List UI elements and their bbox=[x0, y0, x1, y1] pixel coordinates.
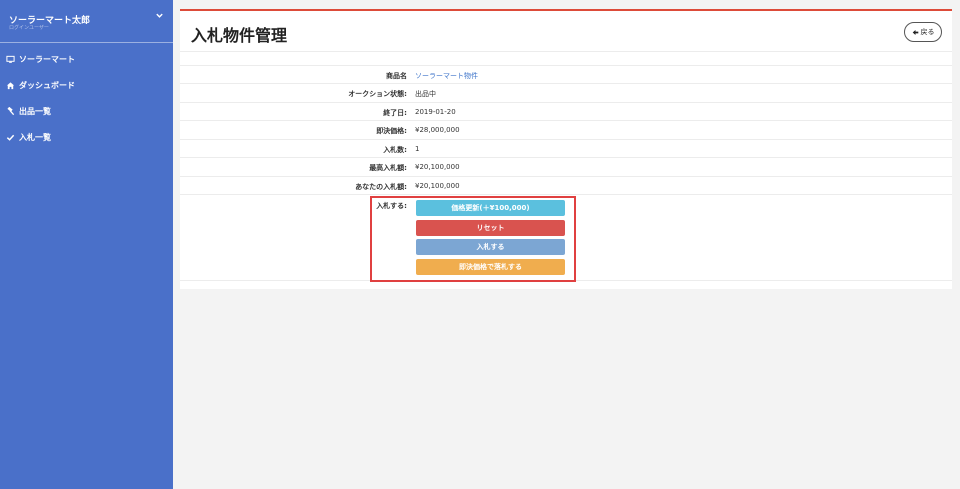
detail-row-status: オークション状態: 出品中 bbox=[180, 83, 952, 101]
detail-label: 終了日: bbox=[383, 109, 407, 117]
user-panel[interactable]: ソーラーマート太郎 ログインユーザー bbox=[0, 0, 173, 43]
reset-label: リセット bbox=[476, 224, 505, 232]
sidebar-item-listings[interactable]: 出品一覧 bbox=[0, 102, 173, 122]
back-button[interactable]: 戻る bbox=[904, 22, 942, 42]
detail-value: 出品中 bbox=[415, 90, 436, 98]
detail-row-your-bid: あなたの入札額: ¥20,100,000 bbox=[180, 176, 952, 194]
detail-label: あなたの入札額: bbox=[355, 183, 407, 191]
card-header: 入札物件管理 戻る bbox=[180, 11, 952, 52]
sidebar-item-dashboard[interactable]: ダッシュボード bbox=[0, 76, 173, 96]
detail-label: 即決価格: bbox=[376, 127, 407, 135]
detail-value: 2019-01-20 bbox=[415, 108, 456, 116]
detail-row-product: 商品名 ソーラーマート物件 bbox=[180, 65, 952, 83]
home-icon bbox=[6, 82, 15, 90]
update-price-button[interactable]: 価格更新(＋¥100,000) bbox=[416, 200, 565, 216]
buyout-button[interactable]: 即決価格で落札する bbox=[416, 259, 565, 275]
detail-row-buyout-price: 即決価格: ¥28,000,000 bbox=[180, 120, 952, 138]
sidebar-item-bids[interactable]: 入札一覧 bbox=[0, 128, 173, 148]
sidebar-item-label: 出品一覧 bbox=[19, 107, 51, 116]
sidebar: ソーラーマート太郎 ログインユーザー ソーラーマート ダッシュボード 出品一覧 … bbox=[0, 0, 173, 489]
sidebar-item-solarmart[interactable]: ソーラーマート bbox=[0, 50, 173, 70]
detail-label: 商品名 bbox=[386, 72, 407, 80]
reset-button[interactable]: リセット bbox=[416, 220, 565, 236]
sidebar-item-label: ダッシュボード bbox=[19, 81, 75, 90]
detail-label: オークション状態: bbox=[348, 90, 407, 98]
main-card: 入札物件管理 戻る 商品名 ソーラーマート物件 オークション状態: 出品中 終了… bbox=[180, 9, 952, 289]
monitor-icon bbox=[6, 55, 15, 63]
check-icon bbox=[6, 134, 15, 141]
page-title: 入札物件管理 bbox=[191, 26, 288, 45]
arrow-left-icon bbox=[912, 29, 918, 35]
place-bid-button[interactable]: 入札する bbox=[416, 239, 565, 255]
detail-value: ¥28,000,000 bbox=[415, 126, 460, 134]
sidebar-item-label: 入札一覧 bbox=[19, 133, 51, 142]
detail-value: ¥20,100,000 bbox=[415, 163, 460, 171]
detail-label: 最高入札額: bbox=[369, 164, 407, 172]
place-bid-label: 入札する bbox=[476, 243, 505, 251]
update-price-label: 価格更新(＋¥100,000) bbox=[451, 204, 530, 212]
bid-row: 入札する: 価格更新(＋¥100,000) リセット 入札する 即決価格で落札す… bbox=[180, 194, 952, 282]
buyout-label: 即決価格で落札する bbox=[459, 263, 522, 271]
detail-row-bid-count: 入札数: 1 bbox=[180, 139, 952, 157]
sidebar-item-label: ソーラーマート bbox=[19, 55, 75, 64]
back-button-label: 戻る bbox=[920, 28, 935, 36]
chevron-down-icon[interactable] bbox=[155, 11, 164, 20]
detail-row-end-date: 終了日: 2019-01-20 bbox=[180, 102, 952, 120]
gavel-icon bbox=[7, 107, 15, 116]
detail-value: ¥20,100,000 bbox=[415, 182, 460, 190]
detail-label: 入札数: bbox=[383, 146, 407, 154]
user-role: ログインユーザー bbox=[9, 25, 49, 31]
product-link[interactable]: ソーラーマート物件 bbox=[415, 71, 478, 81]
detail-row-highest-bid: 最高入札額: ¥20,100,000 bbox=[180, 157, 952, 175]
detail-value: 1 bbox=[415, 145, 420, 153]
